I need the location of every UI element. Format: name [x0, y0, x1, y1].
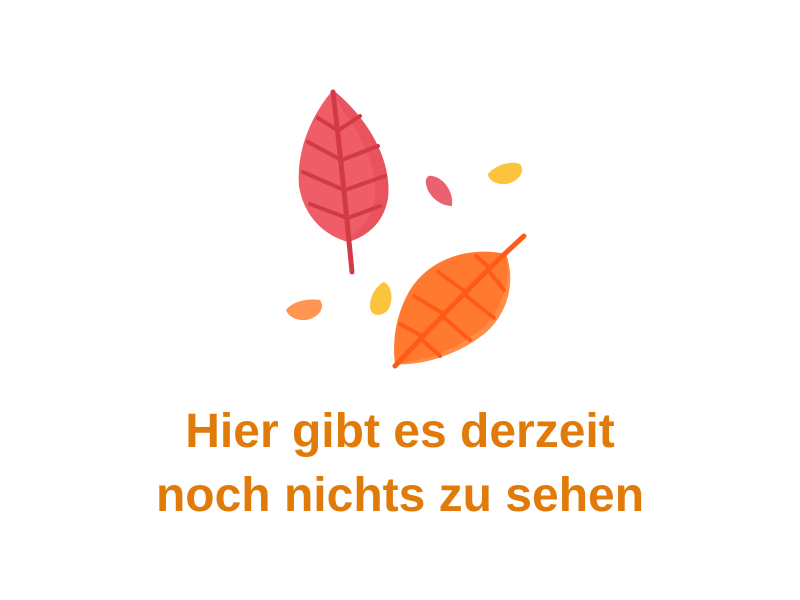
- empty-state-line-2: noch nichts zu sehen: [155, 469, 645, 522]
- yellow-petal-icon: [488, 162, 523, 185]
- orange-leaf-icon: [392, 233, 527, 369]
- empty-state-page: Hier gibt es derzeit noch nichts zu sehe…: [0, 0, 800, 600]
- pink-petal-icon: [425, 175, 453, 206]
- empty-state-message: Hier gibt es derzeit noch nichts zu sehe…: [0, 400, 800, 528]
- autumn-leaves-icon: [286, 89, 527, 369]
- orange-petal-icon: [286, 299, 323, 321]
- empty-state-line-1: Hier gibt es derzeit: [185, 405, 615, 458]
- yellow-petal-icon: [370, 282, 392, 315]
- red-leaf-icon: [298, 89, 389, 275]
